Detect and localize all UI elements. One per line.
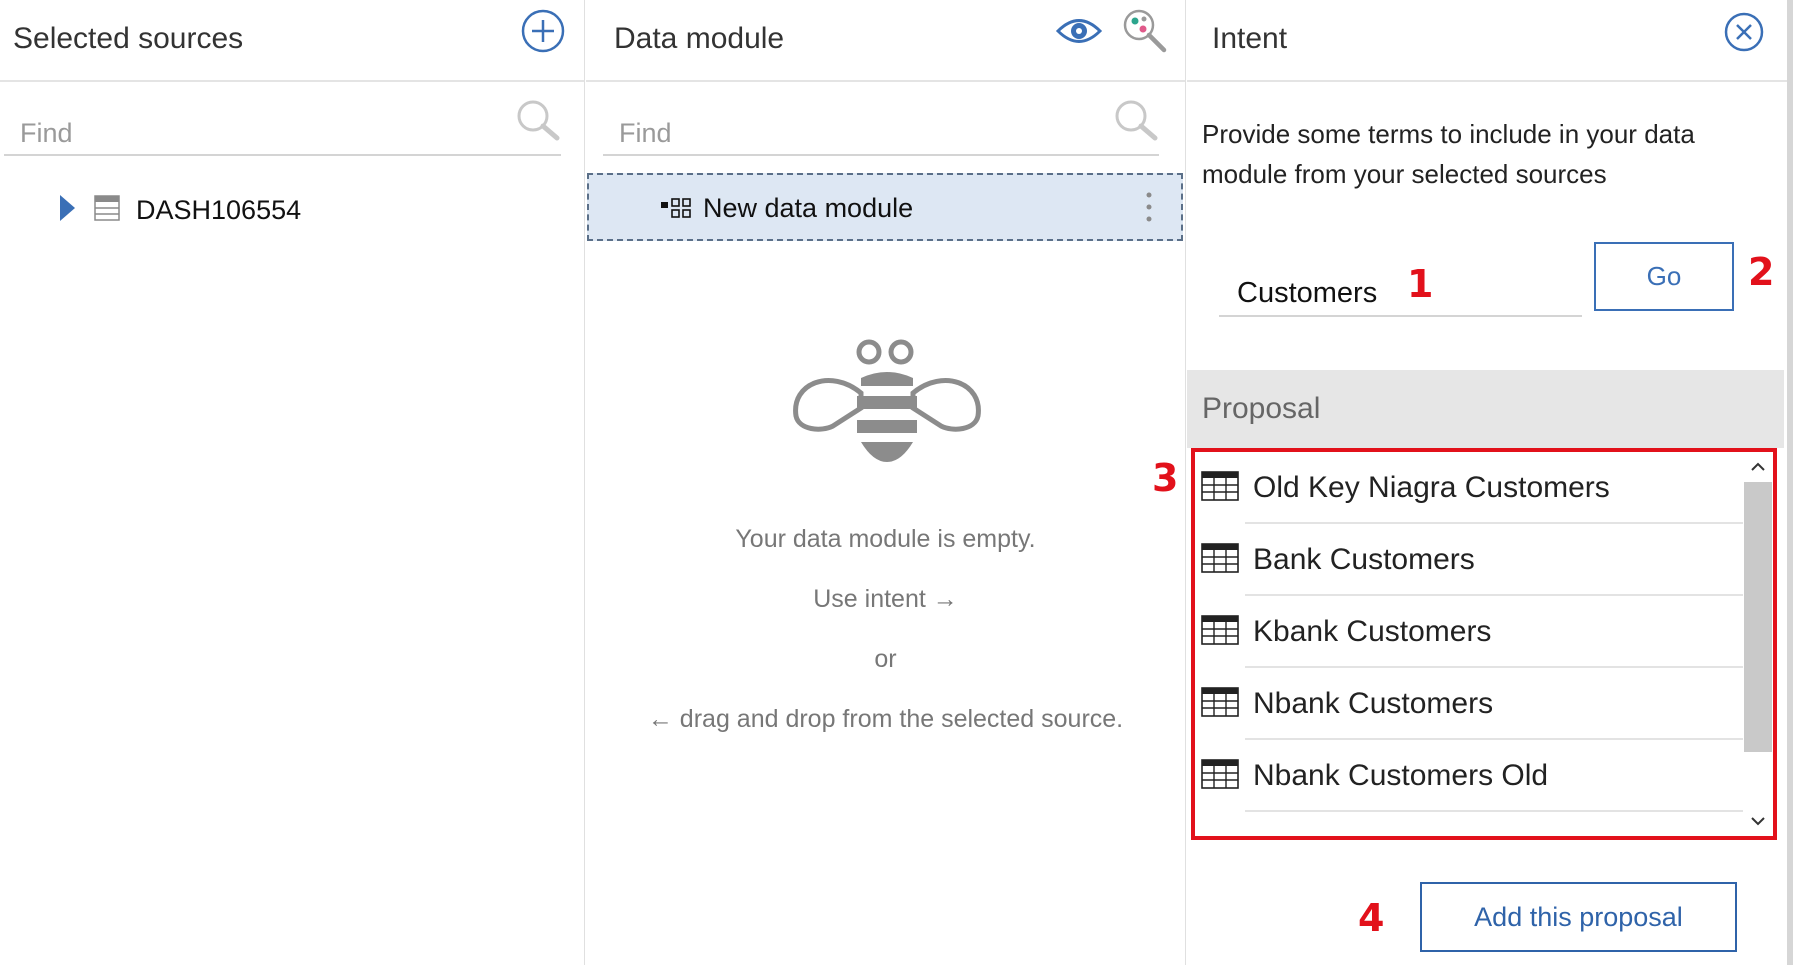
chevron-up-icon[interactable]: [1743, 454, 1773, 480]
divider: [1245, 810, 1751, 812]
annotation-marker-4: 4: [1358, 896, 1385, 940]
database-icon: [94, 194, 120, 226]
sources-find-field[interactable]: [4, 96, 561, 156]
proposal-item[interactable]: Old Key Niagra Customers: [1195, 452, 1751, 524]
proposal-list[interactable]: Old Key Niagra Customers Bank Customers …: [1195, 452, 1751, 836]
module-find-field[interactable]: [603, 96, 1159, 156]
proposal-item-label: Old Key Niagra Customers: [1253, 471, 1610, 504]
intent-description: Provide some terms to include in your da…: [1202, 119, 1695, 189]
close-circle-icon[interactable]: [1723, 11, 1765, 58]
selected-sources-title: Selected sources: [13, 22, 244, 55]
proposal-item[interactable]: Bank Customers: [1195, 524, 1751, 596]
table-icon: [1201, 542, 1239, 578]
tree-item-source[interactable]: DASH106554: [58, 190, 301, 230]
annotation-marker-2: 2: [1748, 250, 1775, 294]
add-proposal-button[interactable]: Add this proposal: [1420, 882, 1737, 952]
selected-sources-panel: Selected sources DASH106554: [0, 0, 585, 965]
empty-state-message: Your data module is empty.: [735, 525, 1036, 553]
data-module-row[interactable]: New data module: [587, 173, 1183, 241]
intent-panel: Intent Provide some terms to include in …: [1152, 0, 1787, 965]
search-icon[interactable]: [515, 98, 561, 149]
table-icon: [1201, 758, 1239, 794]
empty-state-drag-hint: ← drag and drop from the selected source…: [647, 705, 1124, 733]
empty-state-intent-hint: Use intent →: [813, 585, 958, 613]
empty-state-bee-icon: [791, 338, 983, 469]
go-button[interactable]: Go: [1594, 242, 1734, 311]
table-icon: [1201, 470, 1239, 506]
proposal-item-label: Bank Customers: [1253, 543, 1475, 576]
data-module-panel: Data module New data module: [586, 0, 1186, 965]
intent-terms-input[interactable]: [1235, 276, 1565, 311]
proposal-item[interactable]: Nbank Customers: [1195, 668, 1751, 740]
intent-terms-field[interactable]: [1219, 262, 1582, 317]
data-module-icon: [661, 198, 693, 223]
eye-icon[interactable]: [1055, 14, 1103, 53]
table-icon: [1201, 614, 1239, 650]
proposal-title: Proposal: [1202, 392, 1321, 425]
proposal-header: Proposal: [1187, 370, 1784, 448]
proposal-item-label: Nbank Customers Old: [1253, 759, 1549, 792]
proposal-item-label: Nbank Customers: [1253, 687, 1494, 720]
panel-edge: [1787, 0, 1793, 965]
data-module-label: New data module: [703, 193, 914, 223]
proposal-item[interactable]: Kbank Customers: [1195, 596, 1751, 668]
scrollbar-thumb[interactable]: [1744, 482, 1772, 752]
search-icon[interactable]: [1113, 98, 1159, 149]
triangle-right-icon[interactable]: [58, 194, 76, 227]
module-find-input[interactable]: [617, 117, 1062, 150]
intent-title: Intent: [1212, 22, 1288, 55]
sources-find-input[interactable]: [18, 117, 464, 150]
relationship-search-icon[interactable]: [1120, 6, 1168, 59]
empty-state-or: or: [874, 645, 897, 673]
kebab-menu-icon[interactable]: [1145, 191, 1153, 228]
proposal-item-label: Kbank Customers: [1253, 615, 1492, 648]
chevron-down-icon[interactable]: [1743, 808, 1773, 834]
add-source-icon[interactable]: [520, 8, 566, 59]
tree-item-label: DASH106554: [136, 194, 302, 225]
annotation-marker-3: 3: [1152, 456, 1179, 500]
annotation-marker-1: 1: [1407, 262, 1434, 306]
intent-header: Intent: [1187, 0, 1787, 82]
data-module-title: Data module: [614, 22, 785, 55]
table-icon: [1201, 686, 1239, 722]
proposal-list-highlight: Old Key Niagra Customers Bank Customers …: [1191, 448, 1777, 840]
proposal-scrollbar[interactable]: [1743, 452, 1773, 836]
proposal-item[interactable]: Nbank Customers Old: [1195, 740, 1751, 812]
data-module-header: Data module: [586, 0, 1185, 82]
selected-sources-header: Selected sources: [0, 0, 584, 82]
